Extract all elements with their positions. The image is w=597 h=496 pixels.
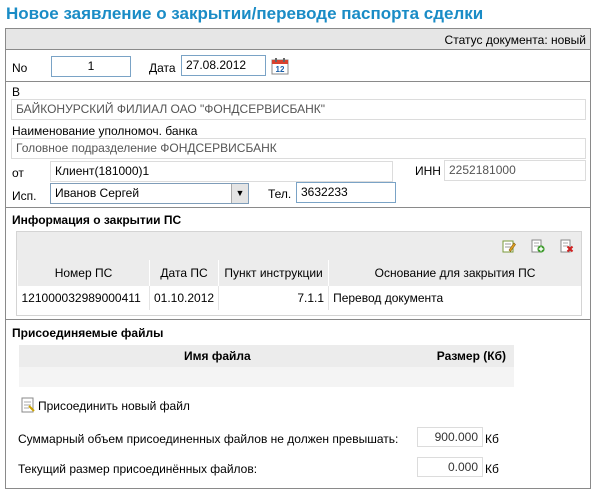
table-row[interactable]: 121000032989000411 01.10.2012 7.1.1 Пере… <box>18 286 581 310</box>
closure-grid: Номер ПС Дата ПС Пункт инструкции Основа… <box>16 231 582 316</box>
divider <box>6 319 590 320</box>
page-title: Новое заявление о закрытии/переводе пасп… <box>6 4 484 23</box>
date-input[interactable]: 27.08.2012 <box>181 55 266 76</box>
column-header: Пункт инструкции <box>218 260 329 286</box>
document-form: Статус документа: новый No 1 Дата 27.08.… <box>5 28 591 489</box>
file-size-column: Размер (Кб) <box>436 349 506 363</box>
executor-value: Иванов Сергей <box>55 186 140 200</box>
number-input[interactable]: 1 <box>51 56 131 77</box>
current-size-field: 0.000 <box>417 457 483 477</box>
authorized-bank-field: Головное подразделение ФОНДСЕРВИСБАНК <box>11 138 586 159</box>
files-table-body <box>19 367 514 387</box>
date-label: Дата <box>149 61 176 75</box>
inn-field: 2252181000 <box>444 160 586 181</box>
divider <box>6 81 590 82</box>
svg-text:12: 12 <box>276 65 285 74</box>
current-size-unit: Кб <box>485 462 499 476</box>
closure-table: Номер ПС Дата ПС Пункт инструкции Основа… <box>17 260 581 310</box>
column-header: Дата ПС <box>148 260 219 286</box>
grid-toolbar <box>17 232 581 260</box>
attach-file-label: Присоединить новый файл <box>38 399 190 413</box>
to-label: В <box>12 85 21 99</box>
number-label: No <box>12 61 28 75</box>
phone-label: Тел. <box>268 187 292 201</box>
executor-label: Исп. <box>12 189 37 203</box>
authorized-bank-label: Наименование уполномоч. банка <box>12 124 198 138</box>
ps-number-cell: 121000032989000411 <box>21 291 141 305</box>
add-icon[interactable] <box>531 239 545 253</box>
ps-reason-cell: Перевод документа <box>328 286 581 310</box>
ps-date-cell: 01.10.2012 <box>148 286 219 310</box>
attach-file-icon <box>21 397 35 413</box>
current-size-label: Текущий размер присоединённых файлов: <box>18 462 258 476</box>
edit-icon[interactable] <box>502 239 516 253</box>
closure-header-row: Номер ПС Дата ПС Пункт инструкции Основа… <box>17 260 581 286</box>
max-size-label: Суммарный объем присоединенных файлов не… <box>18 432 399 446</box>
client-field: Клиент(181000)1 <box>50 161 393 182</box>
bank-name-field: БАЙКОНУРСКИЙ ФИЛИАЛ ОАО "ФОНДСЕРВИСБАНК" <box>11 99 586 120</box>
column-header: Номер ПС <box>17 260 150 286</box>
column-header: Основание для закрытия ПС <box>328 260 581 286</box>
executor-select[interactable]: Иванов Сергей ▼ <box>50 183 249 204</box>
divider <box>6 207 590 208</box>
ps-clause-cell: 7.1.1 <box>218 286 329 310</box>
files-section-title: Присоединяемые файлы <box>12 326 164 340</box>
document-status: Статус документа: новый <box>444 33 586 47</box>
from-label: от <box>12 166 24 180</box>
max-size-unit: Кб <box>485 432 499 446</box>
inn-label: ИНН <box>415 164 441 178</box>
files-table-header: Имя файла Размер (Кб) <box>19 345 514 367</box>
status-bar: Статус документа: новый <box>6 29 590 50</box>
closure-section-title: Информация о закрытии ПС <box>12 213 182 227</box>
delete-icon[interactable] <box>560 239 574 253</box>
file-name-column: Имя файла <box>184 349 251 363</box>
calendar-icon[interactable]: 12 <box>271 57 289 75</box>
phone-input[interactable]: 3632233 <box>296 182 396 203</box>
max-size-field: 900.000 <box>417 427 483 447</box>
chevron-down-icon[interactable]: ▼ <box>231 184 248 203</box>
